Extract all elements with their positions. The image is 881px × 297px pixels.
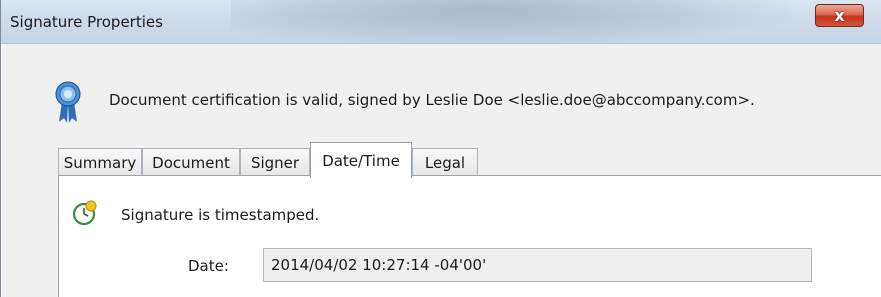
tab-label: Document (152, 154, 230, 172)
title-bar: Signature Properties x (1, 0, 881, 44)
date-value: 2014/04/02 10:27:14 -04'00' (271, 256, 487, 274)
ribbon-award-icon (55, 81, 81, 123)
tab-label: Legal (424, 154, 466, 172)
tab-signer[interactable]: Signer (240, 148, 310, 177)
tab-label: Date/Time (322, 151, 400, 170)
tab-document[interactable]: Document (142, 148, 240, 177)
tab-date-time[interactable]: Date/Time (310, 142, 412, 178)
tab-label: Summary (63, 154, 137, 172)
tab-label: Signer (250, 154, 300, 172)
clock-icon (72, 200, 97, 226)
timestamp-message: Signature is timestamped. (121, 206, 320, 224)
tab-summary[interactable]: Summary (58, 148, 142, 177)
close-button[interactable]: x (815, 4, 864, 27)
close-icon: x (834, 6, 845, 25)
signature-properties-dialog: Signature Properties x Document certific… (0, 0, 881, 297)
title-bar-glow (231, 0, 791, 44)
window-title: Signature Properties (10, 13, 163, 31)
tab-legal[interactable]: Legal (412, 148, 478, 177)
certification-message: Document certification is valid, signed … (109, 91, 755, 109)
date-label: Date: (188, 257, 229, 275)
date-field[interactable]: 2014/04/02 10:27:14 -04'00' (263, 248, 812, 282)
